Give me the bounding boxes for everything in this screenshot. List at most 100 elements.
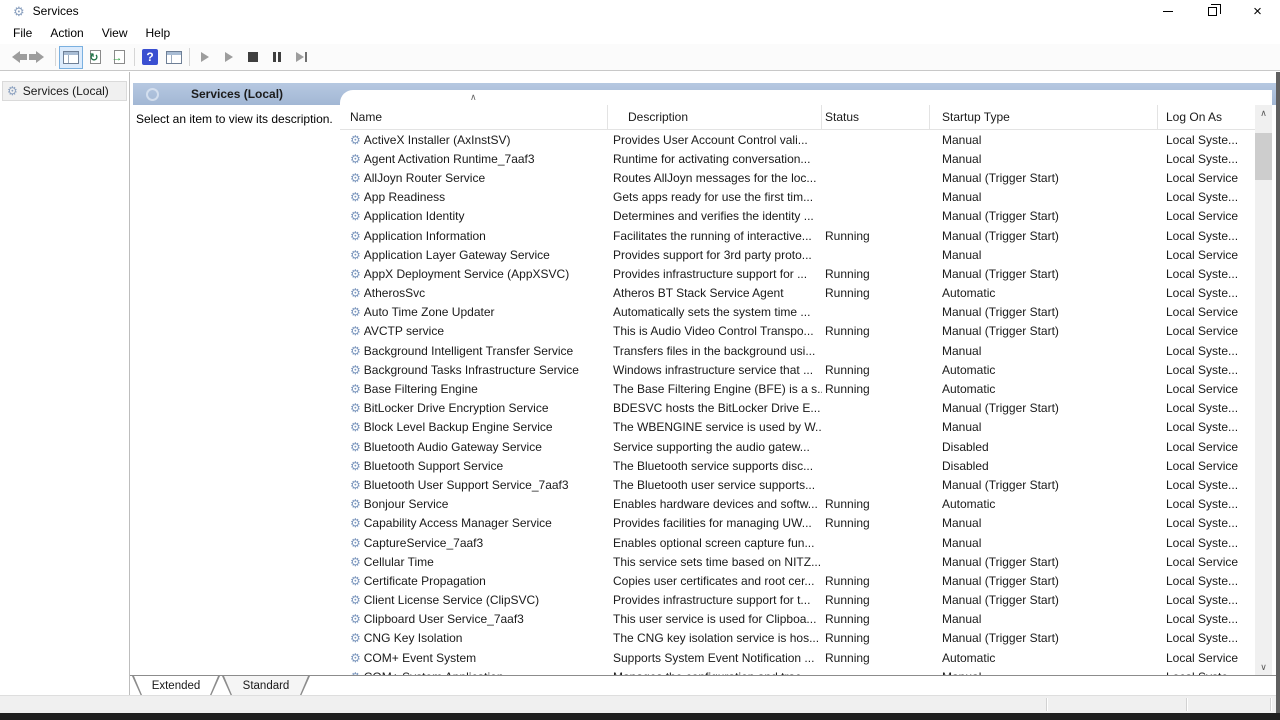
- service-status: Running: [822, 324, 930, 338]
- close-button[interactable]: ×: [1235, 0, 1280, 22]
- table-row[interactable]: ⚙BitLocker Drive Encryption ServiceBDESV…: [340, 399, 1255, 418]
- table-row[interactable]: ⚙AVCTP serviceThis is Audio Video Contro…: [340, 322, 1255, 341]
- table-row[interactable]: ⚙Cellular TimeThis service sets time bas…: [340, 552, 1255, 571]
- tab-standard[interactable]: Standard: [222, 676, 310, 696]
- statusbar-divider: [1046, 698, 1047, 711]
- service-description: BDESVC hosts the BitLocker Drive E...: [608, 401, 822, 415]
- properties-button[interactable]: [162, 46, 186, 69]
- refresh-button[interactable]: ↻: [83, 46, 107, 69]
- table-row[interactable]: ⚙App ReadinessGets apps ready for use th…: [340, 188, 1255, 207]
- menu-file[interactable]: File: [4, 23, 41, 43]
- vertical-scrollbar[interactable]: ∧ ∨: [1255, 105, 1272, 676]
- toolbar-separator: [134, 48, 135, 66]
- table-row[interactable]: ⚙Background Intelligent Transfer Service…: [340, 341, 1255, 360]
- table-row[interactable]: ⚙Application Layer Gateway ServiceProvid…: [340, 245, 1255, 264]
- table-row[interactable]: ⚙AtherosSvcAtheros BT Stack Service Agen…: [340, 284, 1255, 303]
- service-gear-icon: ⚙: [350, 249, 361, 261]
- back-icon: [12, 51, 20, 63]
- resume-service-button[interactable]: [217, 46, 241, 69]
- view-tabs: ExtendedStandard: [130, 675, 1280, 696]
- service-description: Copies user certificates and root cer...: [608, 574, 822, 588]
- table-row[interactable]: ⚙Application IdentityDetermines and veri…: [340, 207, 1255, 226]
- service-description: Routes AllJoyn messages for the loc...: [608, 171, 822, 185]
- service-description: Provides facilities for managing UW...: [608, 516, 822, 530]
- table-row[interactable]: ⚙ActiveX Installer (AxInstSV)Provides Us…: [340, 130, 1255, 149]
- service-name-cell: ⚙Bluetooth Support Service: [350, 459, 608, 473]
- menu-help[interactable]: Help: [137, 23, 180, 43]
- service-log-on-as: Local Syste...: [1158, 497, 1253, 511]
- table-row[interactable]: ⚙Block Level Backup Engine ServiceThe WB…: [340, 418, 1255, 437]
- service-gear-icon: ⚙: [350, 537, 361, 549]
- service-name: AllJoyn Router Service: [364, 171, 485, 185]
- tree-item-services-local[interactable]: ⚙ Services (Local): [2, 81, 127, 101]
- service-status: Running: [822, 593, 930, 607]
- show-console-tree-button[interactable]: [59, 46, 83, 69]
- service-log-on-as: Local Service: [1158, 305, 1253, 319]
- service-name: Base Filtering Engine: [364, 382, 478, 396]
- service-log-on-as: Local Syste...: [1158, 631, 1253, 645]
- service-name: Auto Time Zone Updater: [364, 305, 495, 319]
- back-button[interactable]: [4, 46, 28, 69]
- service-description: This is Audio Video Control Transpo...: [608, 324, 822, 338]
- table-row[interactable]: ⚙AllJoyn Router ServiceRoutes AllJoyn me…: [340, 168, 1255, 187]
- toolbar: ↻ → ?: [0, 44, 1280, 71]
- table-row[interactable]: ⚙Bonjour ServiceEnables hardware devices…: [340, 495, 1255, 514]
- table-row[interactable]: ⚙COM+ Event SystemSupports System Event …: [340, 648, 1255, 667]
- table-row[interactable]: ⚙Background Tasks Infrastructure Service…: [340, 360, 1255, 379]
- service-description: Provides infrastructure support for t...: [608, 593, 822, 607]
- table-row[interactable]: ⚙Capability Access Manager ServiceProvid…: [340, 514, 1255, 533]
- service-description: Provides infrastructure support for ...: [608, 267, 822, 281]
- service-name: COM+ Event System: [364, 651, 476, 665]
- service-gear-icon: ⚙: [350, 230, 361, 242]
- column-header-startup-type[interactable]: Startup Type: [930, 105, 1158, 129]
- column-header-name[interactable]: Name: [350, 105, 608, 129]
- table-row[interactable]: ⚙Bluetooth User Support Service_7aaf3The…: [340, 475, 1255, 494]
- help-button[interactable]: ?: [138, 46, 162, 69]
- table-row[interactable]: ⚙Base Filtering EngineThe Base Filtering…: [340, 379, 1255, 398]
- table-row[interactable]: ⚙Certificate PropagationCopies user cert…: [340, 571, 1255, 590]
- service-status: Running: [822, 651, 930, 665]
- service-name-cell: ⚙Bluetooth Audio Gateway Service: [350, 440, 608, 454]
- table-row[interactable]: ⚙AppX Deployment Service (AppXSVC)Provid…: [340, 264, 1255, 283]
- minimize-button[interactable]: [1145, 0, 1190, 22]
- table-row[interactable]: ⚙Agent Activation Runtime_7aaf3Runtime f…: [340, 149, 1255, 168]
- forward-button[interactable]: [28, 46, 52, 69]
- menu-view[interactable]: View: [93, 23, 137, 43]
- table-row[interactable]: ⚙CaptureService_7aaf3Enables optional sc…: [340, 533, 1255, 552]
- column-header-description[interactable]: Description: [608, 105, 822, 129]
- start-service-button[interactable]: [193, 46, 217, 69]
- table-row[interactable]: ⚙Clipboard User Service_7aaf3This user s…: [340, 610, 1255, 629]
- sort-ascending-icon: ∧: [470, 92, 477, 103]
- scroll-down-icon[interactable]: ∨: [1255, 659, 1272, 676]
- service-startup-type: Disabled: [930, 459, 1158, 473]
- service-startup-type: Manual: [930, 612, 1158, 626]
- table-row[interactable]: ⚙Client License Service (ClipSVC)Provide…: [340, 591, 1255, 610]
- restart-service-button[interactable]: [289, 46, 313, 69]
- table-row[interactable]: ⚙Auto Time Zone UpdaterAutomatically set…: [340, 303, 1255, 322]
- scroll-up-icon[interactable]: ∧: [1255, 105, 1272, 122]
- refresh-icon: ↻: [90, 50, 101, 64]
- column-header-status[interactable]: Status: [822, 105, 930, 129]
- table-row[interactable]: ⚙Bluetooth Support ServiceThe Bluetooth …: [340, 456, 1255, 475]
- properties-icon: [166, 51, 182, 64]
- toolbar-separator: [55, 48, 56, 66]
- restore-button[interactable]: [1190, 0, 1235, 22]
- menu-action[interactable]: Action: [41, 23, 92, 43]
- service-gear-icon: ⚙: [350, 613, 361, 625]
- service-description: Gets apps ready for use the first tim...: [608, 190, 822, 204]
- pause-service-button[interactable]: [265, 46, 289, 69]
- column-header-log-on-as[interactable]: Log On As: [1158, 105, 1253, 129]
- export-list-button[interactable]: →: [107, 46, 131, 69]
- statusbar-divider: [1270, 698, 1271, 711]
- service-status: Running: [822, 497, 930, 511]
- table-row[interactable]: ⚙Bluetooth Audio Gateway ServiceService …: [340, 437, 1255, 456]
- scrollbar-thumb[interactable]: [1255, 133, 1272, 180]
- service-description: Provides support for 3rd party proto...: [608, 248, 822, 262]
- table-row[interactable]: ⚙CNG Key IsolationThe CNG key isolation …: [340, 629, 1255, 648]
- stop-service-button[interactable]: [241, 46, 265, 69]
- tab-extended[interactable]: Extended: [132, 676, 220, 696]
- service-gear-icon: ⚙: [350, 594, 361, 606]
- service-log-on-as: Local Syste...: [1158, 133, 1253, 147]
- table-row[interactable]: ⚙Application InformationFacilitates the …: [340, 226, 1255, 245]
- service-name: Certificate Propagation: [364, 574, 486, 588]
